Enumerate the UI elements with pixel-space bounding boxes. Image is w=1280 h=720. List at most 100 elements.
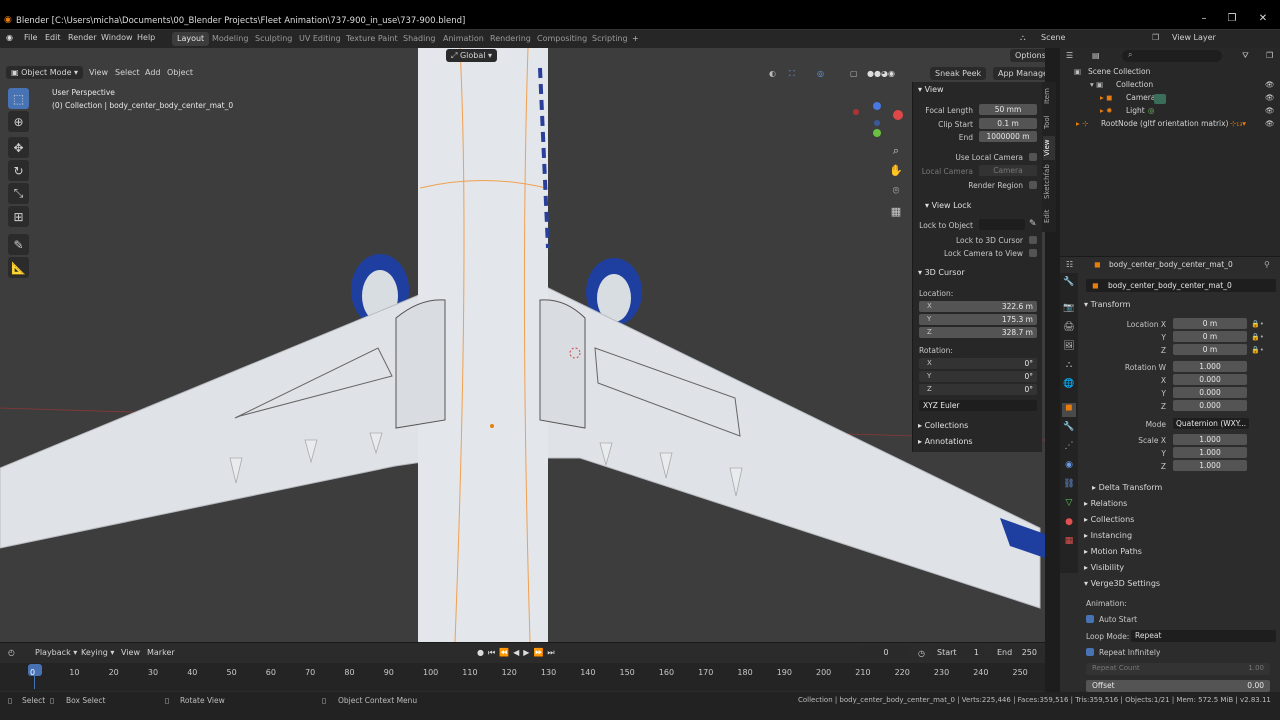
close-icon[interactable]: ✕ — [1256, 13, 1270, 24]
move-tool[interactable]: ✥ — [8, 137, 29, 158]
cursor-rot-y-field[interactable]: 0° — [919, 371, 1037, 382]
eye-icon[interactable]: 👁 — [1265, 119, 1275, 128]
lock-to-object-field[interactable] — [979, 219, 1025, 230]
shading-modes-icon[interactable]: ●●◕◉ — [862, 67, 900, 80]
scale-z-field[interactable]: 1.000 — [1173, 460, 1247, 471]
outliner-search-input[interactable] — [1122, 50, 1222, 62]
view-layer-name[interactable]: View Layer — [1172, 33, 1216, 42]
outliner-editor-icon[interactable]: ☰ — [1066, 51, 1073, 60]
viewport-menu-view[interactable]: View — [84, 66, 113, 79]
rotation-mode-dropdown[interactable]: XYZ Euler — [919, 400, 1037, 411]
pin-icon[interactable]: ⚲ — [1264, 260, 1270, 269]
tab-uv-editing[interactable]: UV Editing — [294, 32, 346, 46]
maximize-icon[interactable]: ❐ — [1225, 13, 1239, 24]
timeline-editor-icon[interactable]: ◴ — [8, 648, 15, 657]
instancing-header[interactable]: ▸ Instancing — [1084, 531, 1132, 540]
preview-range-icon[interactable]: ◷ — [918, 649, 925, 658]
location-z-field[interactable]: 0 m — [1173, 344, 1247, 355]
3d-viewport[interactable]: ▣ Object Mode ▾ View Select Add Object ⤢… — [0, 48, 1045, 642]
collections-prop-header[interactable]: ▸ Collections — [1084, 515, 1134, 524]
lock-3d-cursor-checkbox[interactable] — [1029, 236, 1037, 244]
cursor-x-field[interactable]: 322.6 m — [919, 301, 1037, 312]
view-lock-header[interactable]: ▾ View Lock — [925, 201, 971, 210]
location-x-field[interactable]: 0 m — [1173, 318, 1247, 329]
grid-view-icon[interactable]: ▦ — [888, 205, 904, 221]
overlay-icon[interactable]: ◎ — [812, 67, 829, 80]
modifier-props-icon[interactable]: 🔧 — [1062, 422, 1076, 436]
end-frame-field[interactable]: End 250 — [992, 646, 1042, 659]
pan-hand-icon[interactable]: ✋ — [888, 164, 904, 180]
physics-props-icon[interactable]: ◉ — [1062, 460, 1076, 474]
tab-texture-paint[interactable]: Texture Paint — [341, 32, 403, 46]
local-camera-field[interactable]: Camera — [979, 165, 1037, 176]
relations-header[interactable]: ▸ Relations — [1084, 499, 1127, 508]
tab-edit[interactable]: Edit — [1043, 204, 1055, 228]
3d-cursor-header[interactable]: ▾ 3D Cursor — [918, 268, 965, 277]
measure-tool[interactable]: 📐 — [8, 257, 29, 278]
outliner-item-light[interactable]: ▸ ✹ Light ◎ 👁 — [1060, 106, 1280, 119]
scene-props-icon[interactable]: ⛬ — [1062, 360, 1076, 374]
loop-mode-dropdown[interactable]: Repeat — [1131, 630, 1276, 642]
tab-compositing[interactable]: Compositing — [532, 32, 592, 46]
keying-menu[interactable]: Keying ▾ — [76, 646, 119, 659]
tab-rendering[interactable]: Rendering — [485, 32, 536, 46]
scene-name[interactable]: Scene — [1041, 33, 1065, 42]
verge3d-header[interactable]: ▾ Verge3D Settings — [1084, 579, 1160, 588]
tab-sketchfab[interactable]: Sketchfab — [1043, 162, 1055, 202]
tab-animation[interactable]: Animation — [438, 32, 489, 46]
menu-help[interactable]: Help — [137, 33, 155, 42]
view-layer-props-icon[interactable]: 🖼 — [1062, 341, 1076, 355]
scale-x-field[interactable]: 1.000 — [1173, 434, 1247, 445]
eye-icon[interactable]: 👁 — [1265, 80, 1275, 89]
motion-paths-header[interactable]: ▸ Motion Paths — [1084, 547, 1142, 556]
outliner-scene-collection[interactable]: ▣ Scene Collection — [1060, 67, 1280, 80]
outliner-item-collection[interactable]: ▾ ▣ Collection 👁 — [1060, 80, 1280, 93]
clip-end-field[interactable]: 1000000 m — [979, 131, 1037, 142]
object-mode-dropdown[interactable]: ▣ Object Mode ▾ — [6, 66, 84, 79]
blender-menu-icon[interactable]: ◉ — [6, 33, 13, 42]
texture-props-icon[interactable]: ▦ — [1062, 536, 1076, 550]
viewport-menu-object[interactable]: Object — [162, 66, 198, 79]
rotation-z-field[interactable]: 0.000 — [1173, 400, 1247, 411]
sneak-peek-button[interactable]: Sneak Peek — [930, 67, 987, 80]
cursor-rot-z-field[interactable]: 0° — [919, 384, 1037, 395]
visibility-icon[interactable]: ◐ — [764, 67, 781, 80]
annotate-tool[interactable]: ✎ — [8, 234, 29, 255]
focal-length-field[interactable]: 50 mm — [979, 104, 1037, 115]
auto-start-checkbox[interactable] — [1086, 615, 1094, 623]
xray-icon[interactable]: ▢ — [845, 67, 863, 80]
current-frame-field[interactable]: 0 — [862, 646, 910, 659]
menu-window[interactable]: Window — [101, 33, 133, 42]
transform-tool[interactable]: ⊞ — [8, 206, 29, 227]
annotations-header[interactable]: ▸ Annotations — [918, 437, 973, 446]
object-props-icon[interactable]: ◼ — [1062, 403, 1076, 417]
tab-view[interactable]: View — [1043, 136, 1055, 160]
eye-icon[interactable]: 👁 — [1265, 106, 1275, 115]
filter-icon[interactable]: ⛛ — [1242, 51, 1249, 61]
new-collection-icon[interactable]: ❐ — [1266, 51, 1273, 60]
cursor-tool[interactable]: ⊕ — [8, 111, 29, 132]
transform-orientation-dropdown[interactable]: ⤢ Global ▾ — [446, 49, 498, 62]
collections-header[interactable]: ▸ Collections — [918, 421, 968, 430]
display-mode-icon[interactable]: ▤ — [1092, 51, 1100, 60]
playback-controls[interactable]: ●⏮⏪◀▶⏩⏭ — [472, 646, 564, 659]
eye-icon[interactable]: 👁 — [1265, 93, 1275, 102]
view-section-header[interactable]: ▾ View — [918, 85, 944, 94]
app-manager-button[interactable]: App Manager — [993, 67, 1045, 80]
use-local-camera-checkbox[interactable] — [1029, 153, 1037, 161]
transform-header[interactable]: ▾ Transform — [1084, 300, 1130, 309]
scale-y-field[interactable]: 1.000 — [1173, 447, 1247, 458]
outliner-item-rootnode[interactable]: ▸ ⊹ RootNode (gltf orientation matrix) ⊹₁₃… — [1060, 119, 1280, 132]
outliner-item-camera[interactable]: ▸ ◼ Camera 👁 — [1060, 93, 1280, 106]
rotation-x-field[interactable]: 0.000 — [1173, 374, 1247, 385]
add-workspace-icon[interactable]: + — [627, 32, 644, 46]
gizmo-icon[interactable]: ⛶ — [784, 67, 800, 80]
tab-tool[interactable]: Tool — [1043, 110, 1055, 134]
menu-file[interactable]: File — [24, 33, 37, 42]
data-props-icon[interactable]: ▽ — [1062, 498, 1076, 512]
marker-menu[interactable]: Marker — [142, 646, 180, 659]
playback-menu[interactable]: Playback ▾ — [30, 646, 82, 659]
render-region-checkbox[interactable] — [1029, 181, 1037, 189]
visibility-header[interactable]: ▸ Visibility — [1084, 563, 1124, 572]
cursor-y-field[interactable]: 175.3 m — [919, 314, 1037, 325]
